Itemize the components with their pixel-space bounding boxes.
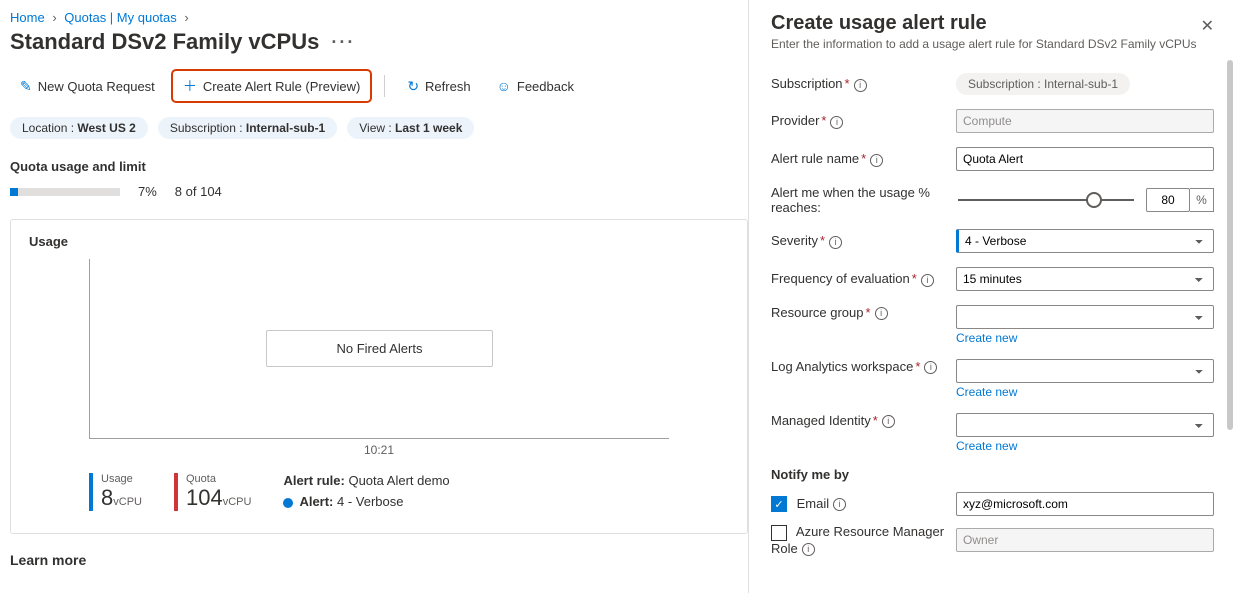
alert-info: Alert rule: Quota Alert demo Alert: 4 - … — [283, 473, 449, 515]
label-frequency: Frequency of evaluation*i — [771, 271, 946, 286]
main-content: Home › Quotas | My quotas › Standard DSv… — [0, 0, 748, 593]
toolbar: ✎ New Quota Request ＋ Create Alert Rule … — [10, 69, 748, 103]
arm-role-select: Owner — [956, 528, 1214, 552]
chevron-right-icon: › — [184, 10, 188, 25]
label-arm-role: Azure Resource Manager Rolei — [771, 524, 946, 556]
edit-icon: ✎ — [20, 78, 32, 95]
usage-progress-bar — [10, 188, 120, 196]
frequency-select[interactable]: 15 minutes — [956, 267, 1214, 291]
chart-x-tick: 10:21 — [29, 443, 729, 457]
plus-icon: ＋ — [183, 76, 197, 96]
label-subscription: Subscription*i — [771, 76, 946, 91]
feedback-icon: ☺ — [497, 78, 511, 94]
usage-card-title: Usage — [29, 234, 729, 249]
label-managed-identity: Managed Identity*i — [771, 413, 946, 428]
breadcrumb-home[interactable]: Home — [10, 10, 45, 25]
learn-more-heading: Learn more — [10, 552, 748, 568]
label-provider: Provider*i — [771, 113, 946, 128]
quota-usage-title: Quota usage and limit — [10, 159, 748, 174]
panel-title: Create usage alert rule — [771, 12, 1214, 35]
threshold-slider[interactable] — [958, 199, 1134, 201]
subscription-display: Subscription : Internal-sub-1 — [956, 73, 1130, 95]
info-icon[interactable]: i — [870, 154, 883, 167]
new-quota-request-button[interactable]: ✎ New Quota Request — [10, 74, 165, 99]
usage-card: Usage No Fired Alerts 10:21 Usage 8vCPU … — [10, 219, 748, 534]
panel-subtitle: Enter the information to add a usage ale… — [771, 37, 1214, 51]
page-title: Standard DSv2 Family vCPUs ··· — [10, 29, 748, 55]
alerts-chart: No Fired Alerts — [89, 259, 669, 439]
filter-subscription[interactable]: Subscription : Internal-sub-1 — [158, 117, 337, 139]
info-icon[interactable]: i — [875, 307, 888, 320]
breadcrumb-quotas[interactable]: Quotas | My quotas — [64, 10, 177, 25]
severity-select[interactable]: 4 - Verbose — [956, 229, 1214, 253]
info-icon[interactable]: i — [802, 543, 815, 556]
refresh-icon: ↻ — [407, 78, 419, 95]
create-new-rg-link[interactable]: Create new — [956, 331, 1214, 345]
label-email: ✓ Emaili — [771, 496, 946, 513]
refresh-button[interactable]: ↻ Refresh — [397, 74, 480, 99]
alert-rule-name-input[interactable] — [956, 147, 1214, 171]
label-rulename: Alert rule name*i — [771, 151, 946, 166]
notify-title: Notify me by — [771, 467, 1214, 482]
label-resource-group: Resource group*i — [771, 305, 946, 320]
create-new-law-link[interactable]: Create new — [956, 385, 1214, 399]
label-severity: Severity*i — [771, 233, 946, 248]
email-input[interactable] — [956, 492, 1214, 516]
usage-bar-row: 7% 8 of 104 — [10, 184, 748, 199]
no-fired-alerts-banner: No Fired Alerts — [266, 330, 494, 367]
create-alert-panel: ✕ Create usage alert rule Enter the info… — [748, 0, 1236, 593]
stat-quota: Quota 104vCPU — [174, 473, 259, 511]
label-threshold: Alert me when the usage % reaches: — [771, 185, 946, 215]
chevron-right-icon: › — [52, 10, 56, 25]
log-analytics-select[interactable] — [956, 359, 1214, 383]
feedback-button[interactable]: ☺ Feedback — [487, 74, 584, 98]
usage-percent: 7% — [138, 184, 157, 199]
provider-select: Compute — [956, 109, 1214, 133]
label-log-analytics: Log Analytics workspace*i — [771, 359, 946, 374]
filter-location[interactable]: Location : West US 2 — [10, 117, 148, 139]
managed-identity-select[interactable] — [956, 413, 1214, 437]
threshold-input[interactable] — [1146, 188, 1190, 212]
create-alert-rule-button[interactable]: ＋ Create Alert Rule (Preview) — [171, 69, 373, 103]
info-icon[interactable]: i — [829, 236, 842, 249]
info-icon[interactable]: i — [924, 361, 937, 374]
close-icon[interactable]: ✕ — [1201, 16, 1214, 36]
page-title-text: Standard DSv2 Family vCPUs — [10, 29, 319, 55]
breadcrumb: Home › Quotas | My quotas › — [10, 10, 748, 25]
dot-icon — [283, 498, 293, 508]
info-icon[interactable]: i — [830, 116, 843, 129]
info-icon[interactable]: i — [854, 79, 867, 92]
scrollbar[interactable] — [1227, 60, 1233, 430]
filter-pills: Location : West US 2 Subscription : Inte… — [10, 117, 748, 139]
percent-label: % — [1190, 188, 1214, 212]
filter-view[interactable]: View : Last 1 week — [347, 117, 474, 139]
usage-fraction: 8 of 104 — [175, 184, 222, 199]
more-icon[interactable]: ··· — [331, 32, 355, 53]
stat-usage: Usage 8vCPU — [89, 473, 150, 511]
info-icon[interactable]: i — [921, 274, 934, 287]
arm-role-checkbox[interactable] — [771, 525, 787, 541]
separator — [384, 75, 385, 97]
create-new-mi-link[interactable]: Create new — [956, 439, 1214, 453]
info-icon[interactable]: i — [833, 498, 846, 511]
resource-group-select[interactable] — [956, 305, 1214, 329]
usage-legend: Usage 8vCPU Quota 104vCPU Alert rule: Qu… — [89, 473, 729, 515]
email-checkbox[interactable]: ✓ — [771, 496, 787, 512]
info-icon[interactable]: i — [882, 415, 895, 428]
